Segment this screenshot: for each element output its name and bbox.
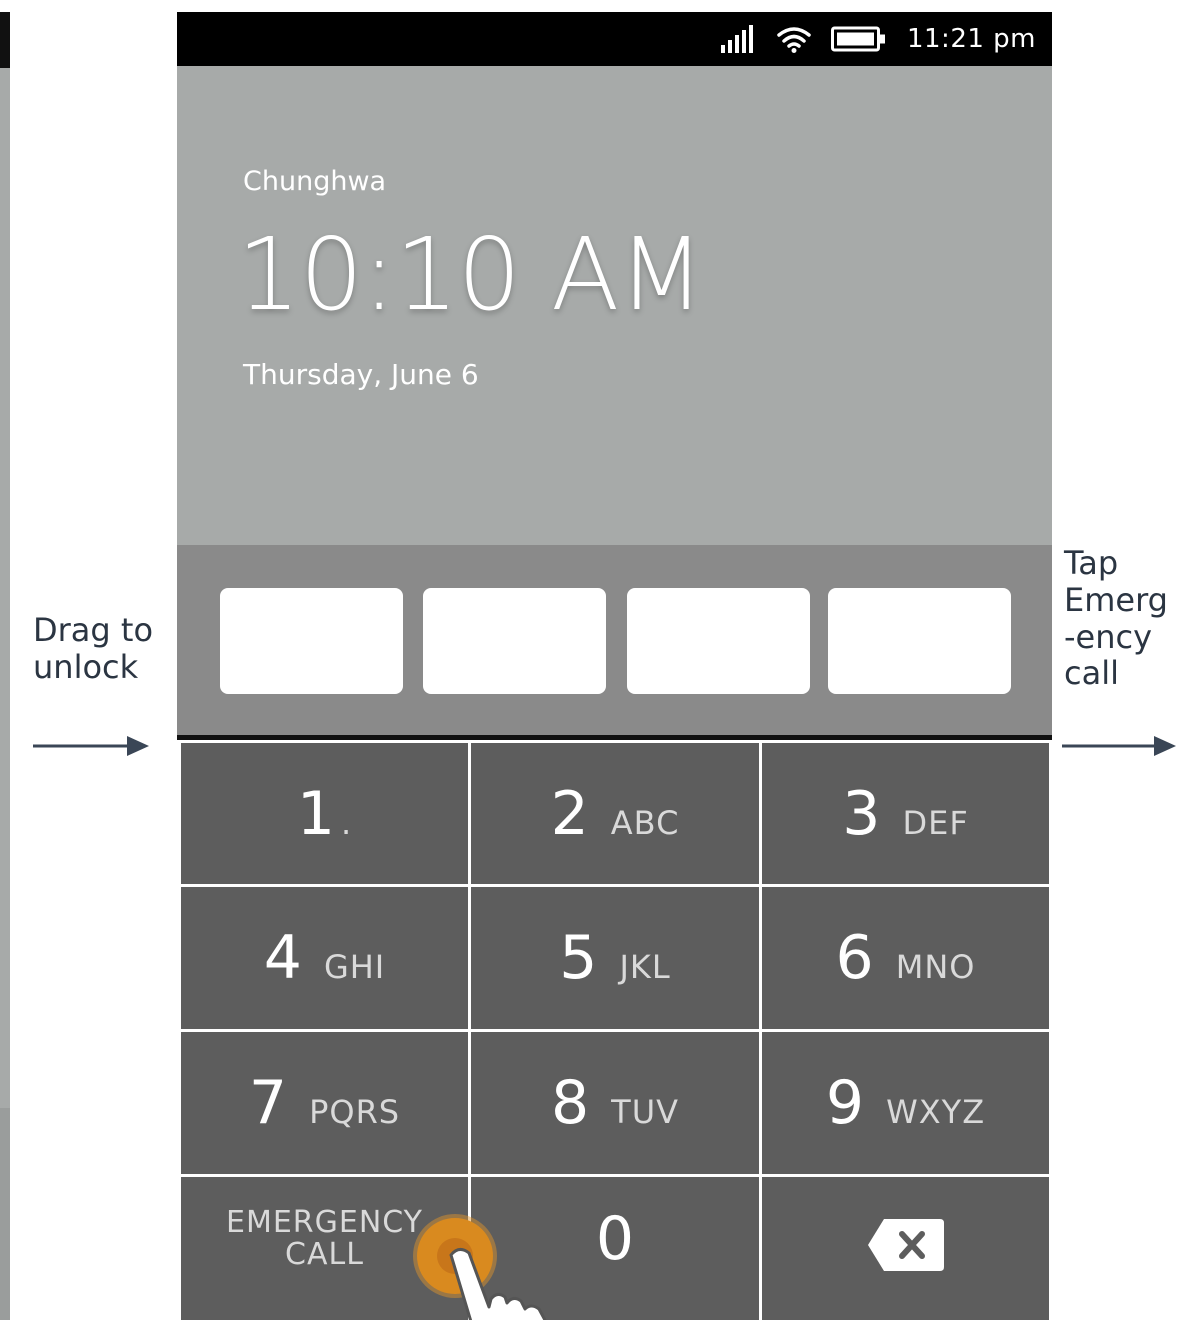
passcode-box-4 xyxy=(828,588,1011,694)
adjacent-screen-edge-lower xyxy=(0,1108,10,1320)
key-letters: ABC xyxy=(610,803,680,842)
backspace-icon xyxy=(866,1217,946,1273)
annotation-tap-emergency-call: Tap Emerg -ency call xyxy=(1064,545,1168,692)
key-1[interactable]: 1 . xyxy=(181,743,468,884)
signal-icon xyxy=(720,25,757,53)
lockscreen-info: Chunghwa 10:10 AM Thursday, June 6 xyxy=(177,66,1052,545)
adjacent-screen-statusbar xyxy=(0,12,10,68)
status-bar: 11:21 pm xyxy=(177,12,1052,66)
key-8[interactable]: 8 TUV xyxy=(471,1032,759,1174)
backspace-button[interactable] xyxy=(762,1177,1049,1320)
key-letters: DEF xyxy=(902,803,969,842)
annotation-line: call xyxy=(1064,654,1119,693)
key-letters: GHI xyxy=(323,948,386,986)
passcode-box-3 xyxy=(627,588,810,694)
key-digit: 6 xyxy=(835,923,874,993)
key-letters: TUV xyxy=(611,1093,680,1131)
emergency-call-label: EMERGENCY CALL xyxy=(226,1207,423,1270)
key-4[interactable]: 4 GHI xyxy=(181,887,468,1029)
passcode-box-2 xyxy=(423,588,606,694)
battery-icon xyxy=(830,26,887,52)
key-digit: 3 xyxy=(842,778,881,849)
right-arrow-icon xyxy=(1062,736,1176,756)
passcode-box-1 xyxy=(220,588,403,694)
key-digit: 0 xyxy=(595,1204,635,1274)
right-arrow-icon xyxy=(33,736,149,756)
key-digit: 5 xyxy=(559,923,598,993)
status-icons: 11:21 pm xyxy=(720,20,1036,58)
keypad: 1 . 2 ABC 3 DEF 4 GHI 5 JKL 6 MNO 7 PQRS xyxy=(177,740,1052,1320)
carrier-name: Chunghwa xyxy=(243,166,387,197)
annotation-line: Tap xyxy=(1064,544,1119,582)
annotation-line: -ency xyxy=(1064,617,1153,656)
key-6[interactable]: 6 MNO xyxy=(762,887,1049,1029)
key-letters: WXYZ xyxy=(886,1093,986,1131)
status-time: 11:21 pm xyxy=(906,24,1036,54)
adjacent-screen-edge xyxy=(0,68,10,1108)
lockscreen-date: Thursday, June 6 xyxy=(243,358,479,391)
key-7[interactable]: 7 PQRS xyxy=(181,1032,468,1174)
key-letters: PQRS xyxy=(309,1093,401,1131)
key-3[interactable]: 3 DEF xyxy=(762,743,1049,884)
key-digit: 2 xyxy=(550,778,589,849)
key-digit: 1 xyxy=(296,778,335,849)
emergency-line-1: EMERGENCY xyxy=(225,1205,424,1240)
key-digit: 4 xyxy=(263,923,302,993)
key-2[interactable]: 2 ABC xyxy=(471,743,759,884)
key-digit: 8 xyxy=(550,1068,590,1138)
key-digit: 7 xyxy=(248,1068,288,1138)
key-letters: . xyxy=(341,803,353,842)
passcode-entry xyxy=(177,545,1052,735)
phone-screen: 11:21 pm Chunghwa 10:10 AM Thursday, Jun… xyxy=(177,12,1052,1320)
annotation-line: Drag to xyxy=(33,611,154,649)
key-letters: JKL xyxy=(619,948,671,986)
lockscreen-clock: 10:10 AM xyxy=(237,216,705,333)
annotation-drag-to-unlock: Drag to unlock xyxy=(33,612,153,686)
emergency-line-2: CALL xyxy=(285,1236,364,1272)
hand-pointer-icon xyxy=(445,1245,585,1320)
annotation-line: Emerg xyxy=(1064,580,1168,619)
key-5[interactable]: 5 JKL xyxy=(471,887,759,1029)
annotation-line: unlock xyxy=(33,647,139,686)
wifi-icon xyxy=(777,25,811,53)
key-digit: 9 xyxy=(825,1068,865,1138)
key-letters: MNO xyxy=(895,948,976,986)
key-9[interactable]: 9 WXYZ xyxy=(762,1032,1049,1174)
